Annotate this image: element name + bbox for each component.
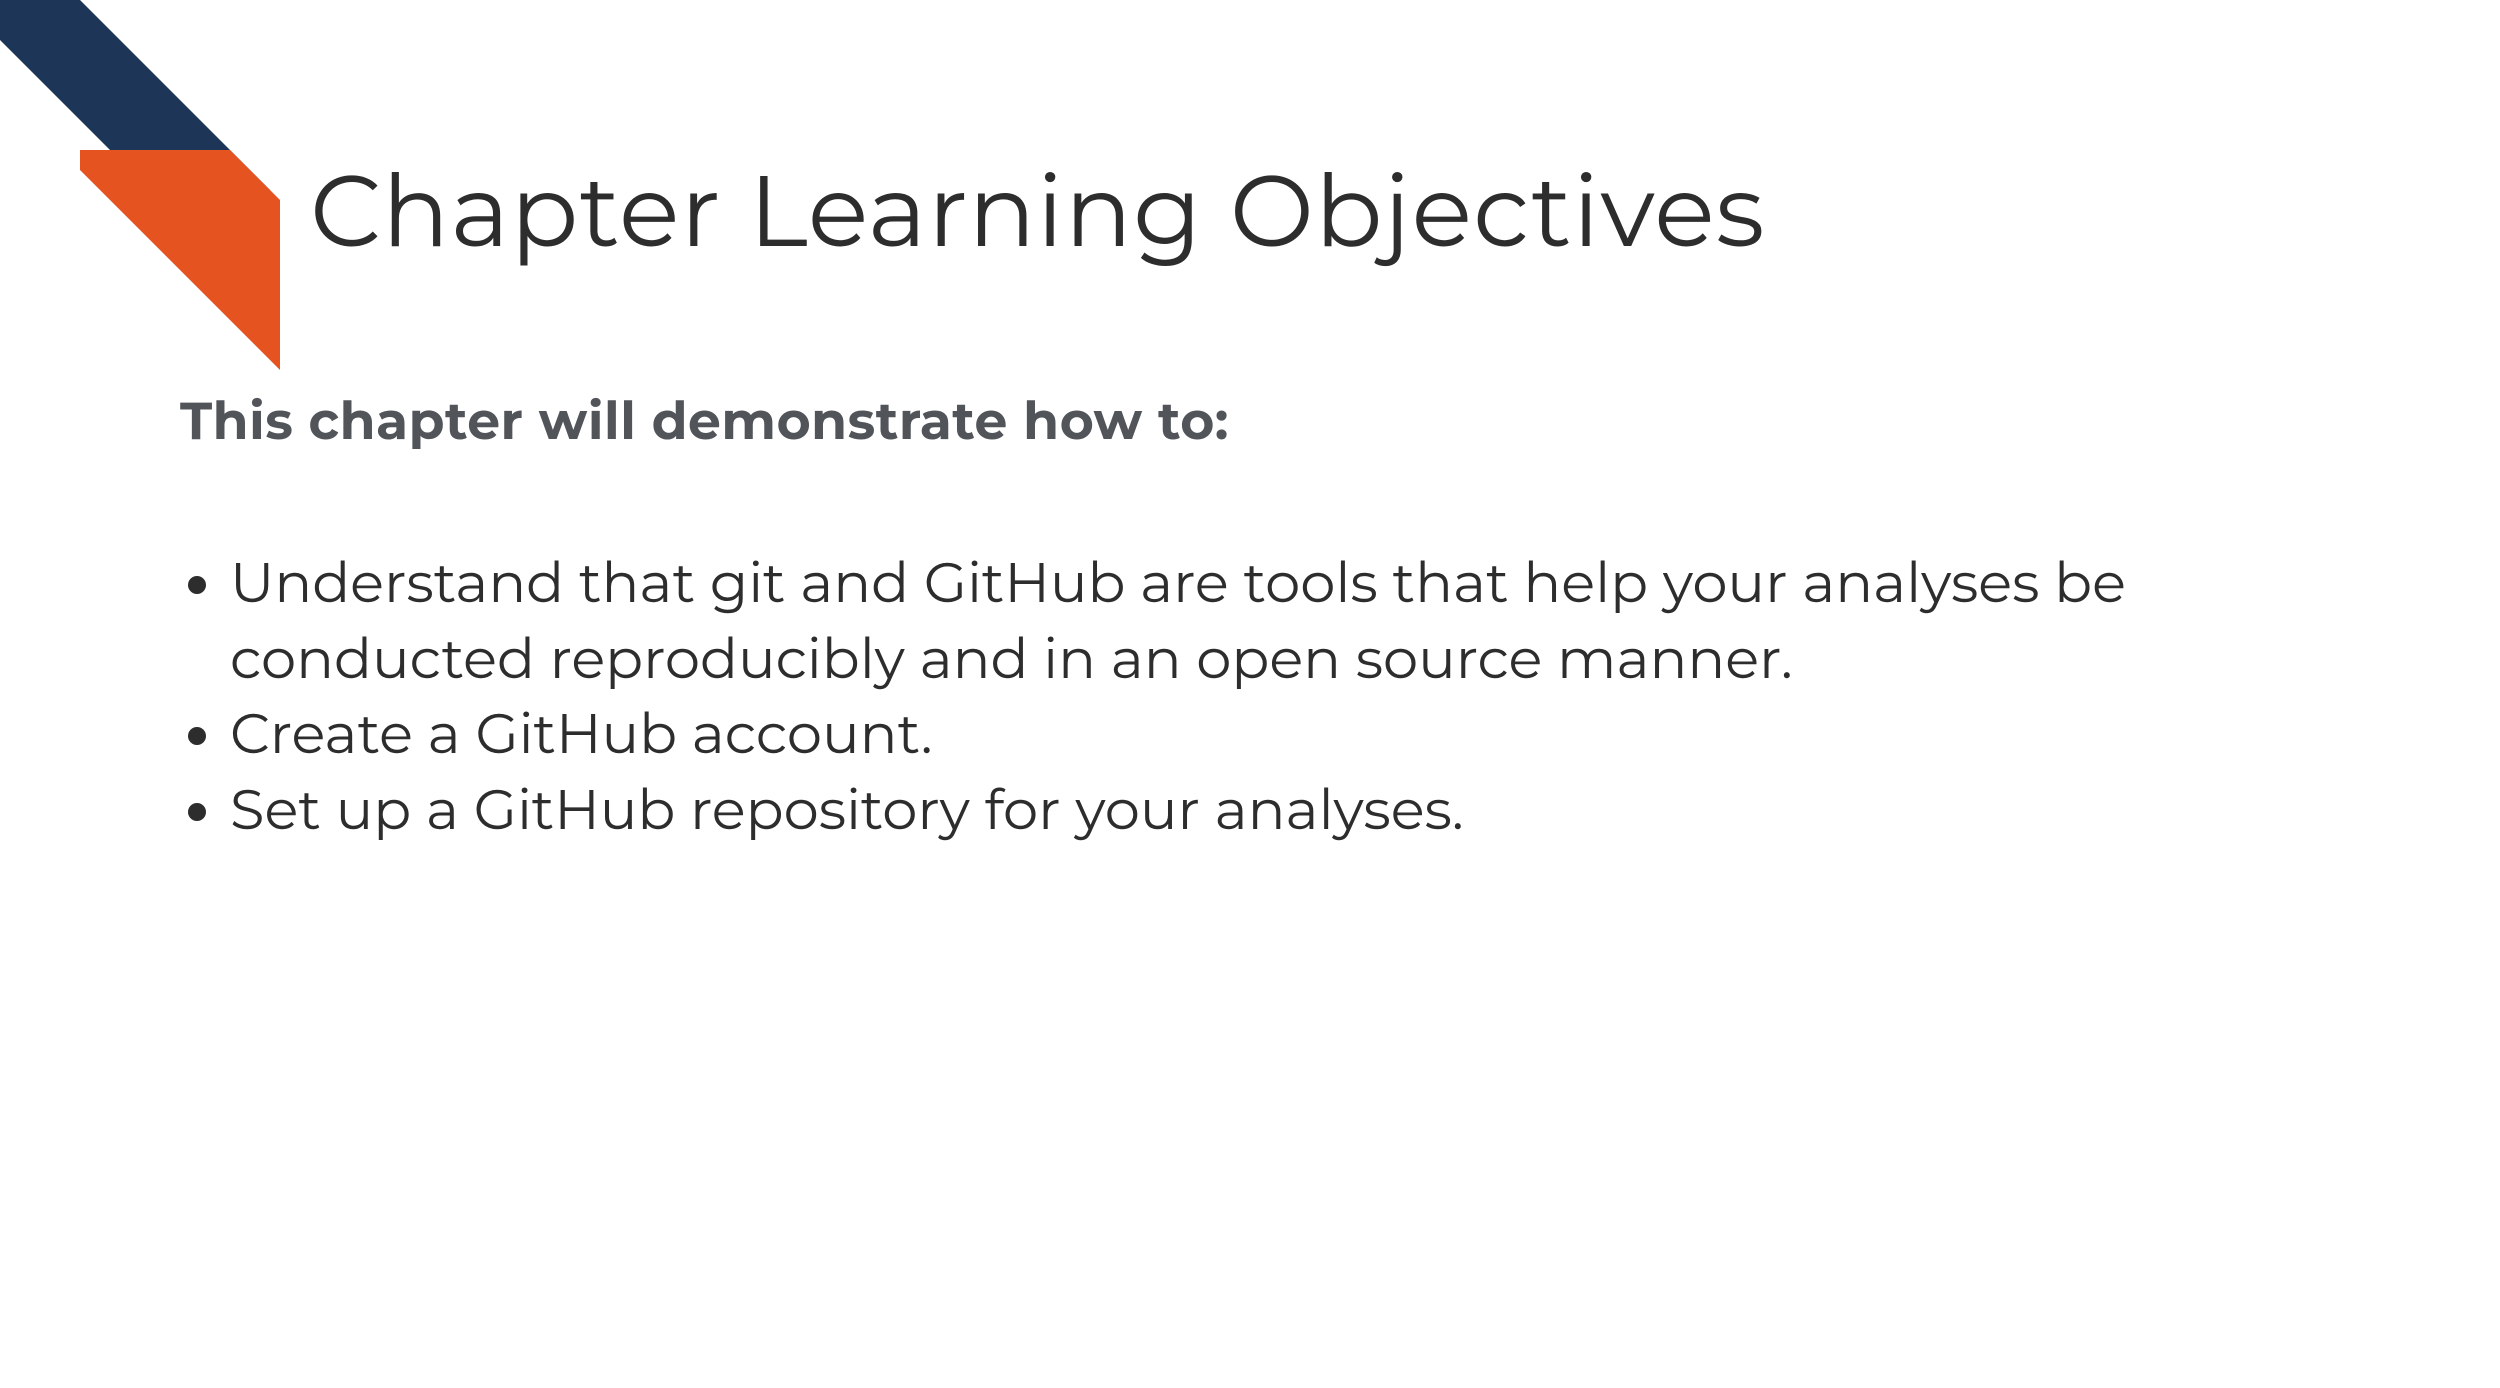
- objective-item: Set up a GitHub repository for your anal…: [230, 773, 2360, 849]
- objective-item: Create a GitHub account.: [230, 697, 2360, 773]
- slide-subtitle: This chapter will demonstrate how to:: [180, 390, 1229, 453]
- objectives-list: Understand that git and GitHub are tools…: [175, 546, 2360, 848]
- slide-title: Chapter Learning Objectives: [310, 150, 1765, 272]
- objective-item: Understand that git and GitHub are tools…: [230, 546, 2360, 697]
